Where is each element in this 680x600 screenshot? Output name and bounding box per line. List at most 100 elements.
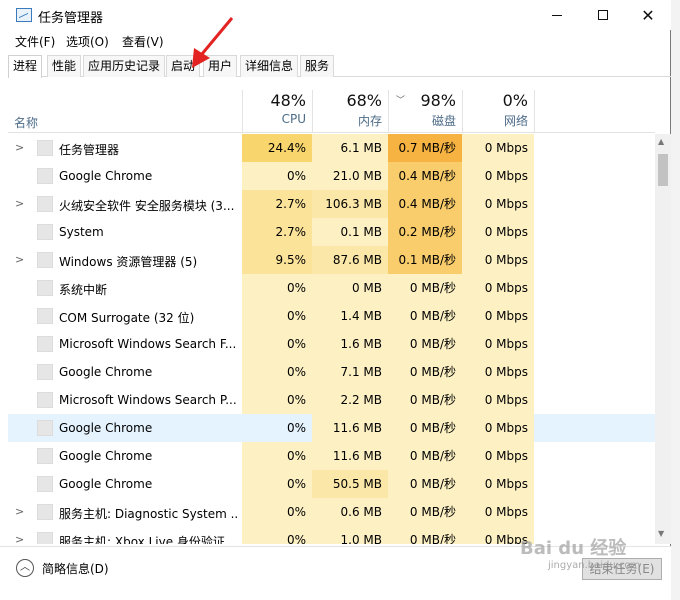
menu-file[interactable]: 文件(F) <box>15 33 55 50</box>
process-name: 系统中断 <box>59 283 108 297</box>
network-cell: 0 Mbps <box>462 386 534 414</box>
process-icon <box>37 504 53 520</box>
network-cell: 0 Mbps <box>462 246 534 274</box>
memory-cell: 21.0 MB <box>312 162 388 190</box>
cpu-cell: 0% <box>242 498 312 526</box>
memory-cell: 7.1 MB <box>312 358 388 386</box>
table-row[interactable]: > 火绒安全软件 安全服务模块 (3... 2.7% 106.3 MB 0.4 MB/秒… <box>8 190 655 218</box>
scroll-up-icon[interactable]: ▲ <box>658 137 664 146</box>
cpu-cell: 2.7% <box>242 218 312 246</box>
table-row[interactable]: > 任务管理器 24.4% 6.1 MB 0.7 MB/秒 0 Mbps <box>8 134 655 162</box>
task-manager-window: 任务管理器 ✕ 文件(F) 选项(O) 查看(V) 进程 性能 应用历史记录 启… <box>0 0 671 600</box>
process-name: COM Surrogate (32 位) <box>59 311 195 325</box>
table-row[interactable]: Microsoft Windows Search F... 0% 1.6 MB 0 M… <box>8 330 655 358</box>
network-cell: 0 Mbps <box>462 190 534 218</box>
table-row[interactable]: Google Chrome 0% 50.5 MB 0 MB/秒 0 Mbps <box>8 470 655 498</box>
process-icon <box>37 532 53 544</box>
table-row[interactable]: 系统中断 0% 0 MB 0 MB/秒 0 Mbps <box>8 274 655 302</box>
tab-services[interactable]: 服务 <box>300 55 335 77</box>
network-cell: 0 Mbps <box>462 218 534 246</box>
network-cell: 0 Mbps <box>462 442 534 470</box>
network-cell: 0 Mbps <box>462 162 534 190</box>
memory-label: 内存 <box>357 114 382 128</box>
menu-options[interactable]: 选项(O) <box>66 33 109 50</box>
process-name: System <box>59 225 104 239</box>
memory-percent: 68% <box>346 91 382 110</box>
minimize-button[interactable] <box>534 0 580 30</box>
maximize-button[interactable] <box>580 0 626 30</box>
column-header: 名称 48% CPU 68% 内存 ﹀ 98% 磁盘 0% 网络 <box>8 90 655 133</box>
red-arrow-annotation <box>192 17 234 68</box>
memory-cell: 11.6 MB <box>312 442 388 470</box>
memory-cell: 11.6 MB <box>312 414 388 442</box>
process-name: 服务主机: Xbox Live 身份验证... <box>59 535 237 544</box>
expand-chevron-icon[interactable]: > <box>15 197 24 210</box>
window-title: 任务管理器 <box>38 11 104 26</box>
chevron-up-icon[interactable]: ︿ <box>16 559 34 577</box>
process-name: Windows 资源管理器 (5) <box>59 255 198 269</box>
memory-cell: 1.4 MB <box>312 302 388 330</box>
process-name: Google Chrome <box>59 421 153 435</box>
disk-cell: 0 MB/秒 <box>388 386 462 414</box>
table-row[interactable]: > 服务主机: Diagnostic System ... 0% 0.6 MB 0 MB… <box>8 498 655 526</box>
expand-chevron-icon[interactable]: > <box>15 533 24 544</box>
memory-cell: 0 MB <box>312 274 388 302</box>
cpu-cell: 0% <box>286 421 306 435</box>
cpu-cell: 2.7% <box>242 190 312 218</box>
disk-cell: 0.4 MB/秒 <box>388 162 462 190</box>
close-button[interactable]: ✕ <box>625 0 671 30</box>
cpu-cell: 0% <box>242 358 312 386</box>
disk-cell: 0 MB/秒 <box>388 470 462 498</box>
disk-column-header[interactable]: 98% 磁盘 <box>388 90 462 133</box>
expand-chevron-icon[interactable]: > <box>15 253 24 266</box>
title-bar[interactable]: 任务管理器 ✕ <box>0 0 671 30</box>
table-row[interactable]: System 2.7% 0.1 MB 0.2 MB/秒 0 Mbps <box>8 218 655 246</box>
scroll-down-icon[interactable]: ▼ <box>658 529 664 538</box>
table-row[interactable]: > Windows 资源管理器 (5) 9.5% 87.6 MB 0.1 MB/秒 0 M… <box>8 246 655 274</box>
menu-view[interactable]: 查看(V) <box>122 33 164 50</box>
disk-cell: 0.7 MB/秒 <box>388 134 462 162</box>
table-row[interactable]: Google Chrome 0% 21.0 MB 0.4 MB/秒 0 Mbps <box>8 162 655 190</box>
process-icon <box>37 336 53 352</box>
expand-chevron-icon[interactable]: > <box>15 505 24 518</box>
network-cell: 0 Mbps <box>462 470 534 498</box>
cpu-cell: 0% <box>242 526 312 544</box>
memory-cell: 2.2 MB <box>312 386 388 414</box>
table-row[interactable]: COM Surrogate (32 位) 0% 1.4 MB 0 MB/秒 0 Mbps <box>8 302 655 330</box>
vertical-scrollbar[interactable]: ▲ ▼ <box>655 134 671 544</box>
tab-details[interactable]: 详细信息 <box>240 55 299 77</box>
process-name: 任务管理器 <box>59 143 120 157</box>
cpu-cell: 24.4% <box>242 134 312 162</box>
disk-label: 磁盘 <box>431 114 456 128</box>
memory-cell: 50.5 MB <box>312 470 388 498</box>
process-name: 服务主机: Diagnostic System ... <box>59 507 239 521</box>
tab-performance[interactable]: 性能 <box>47 55 82 77</box>
network-cell: 0 Mbps <box>462 330 534 358</box>
table-row[interactable]: Google Chrome 0% 11.6 MB 0 MB/秒 0 Mbps <box>8 414 655 442</box>
table-row[interactable]: Microsoft Windows Search P... 0% 2.2 MB 0 M… <box>8 386 655 414</box>
disk-cell: 0.1 MB/秒 <box>388 246 462 274</box>
memory-cell: 0.1 MB <box>312 218 388 246</box>
tab-app-history[interactable]: 应用历史记录 <box>83 55 166 77</box>
cpu-column-header[interactable]: 48% CPU <box>242 90 312 133</box>
network-cell: 0 Mbps <box>462 358 534 386</box>
process-name: Google Chrome <box>59 169 153 183</box>
cpu-cell: 0% <box>242 442 312 470</box>
network-cell: 0 Mbps <box>462 302 534 330</box>
table-row[interactable]: Google Chrome 0% 7.1 MB 0 MB/秒 0 Mbps <box>8 358 655 386</box>
name-column-header[interactable]: 名称 <box>14 114 38 131</box>
expand-chevron-icon[interactable]: > <box>15 141 24 154</box>
network-column-header[interactable]: 0% 网络 <box>462 90 534 133</box>
memory-column-header[interactable]: 68% 内存 <box>312 90 388 133</box>
table-row[interactable]: Google Chrome 0% 11.6 MB 0 MB/秒 0 Mbps <box>8 442 655 470</box>
watermark-url: jingyan.baidu.com <box>548 560 641 571</box>
brief-info-button[interactable]: 简略信息(D) <box>42 560 109 577</box>
disk-cell: 0 MB/秒 <box>388 442 462 470</box>
task-manager-icon <box>16 8 32 22</box>
tab-processes[interactable]: 进程 <box>8 55 43 78</box>
process-name: Google Chrome <box>59 449 153 463</box>
process-icon <box>37 448 53 464</box>
cpu-cell: 0% <box>242 470 312 498</box>
network-label: 网络 <box>503 114 528 128</box>
scrollbar-thumb[interactable] <box>658 154 668 186</box>
